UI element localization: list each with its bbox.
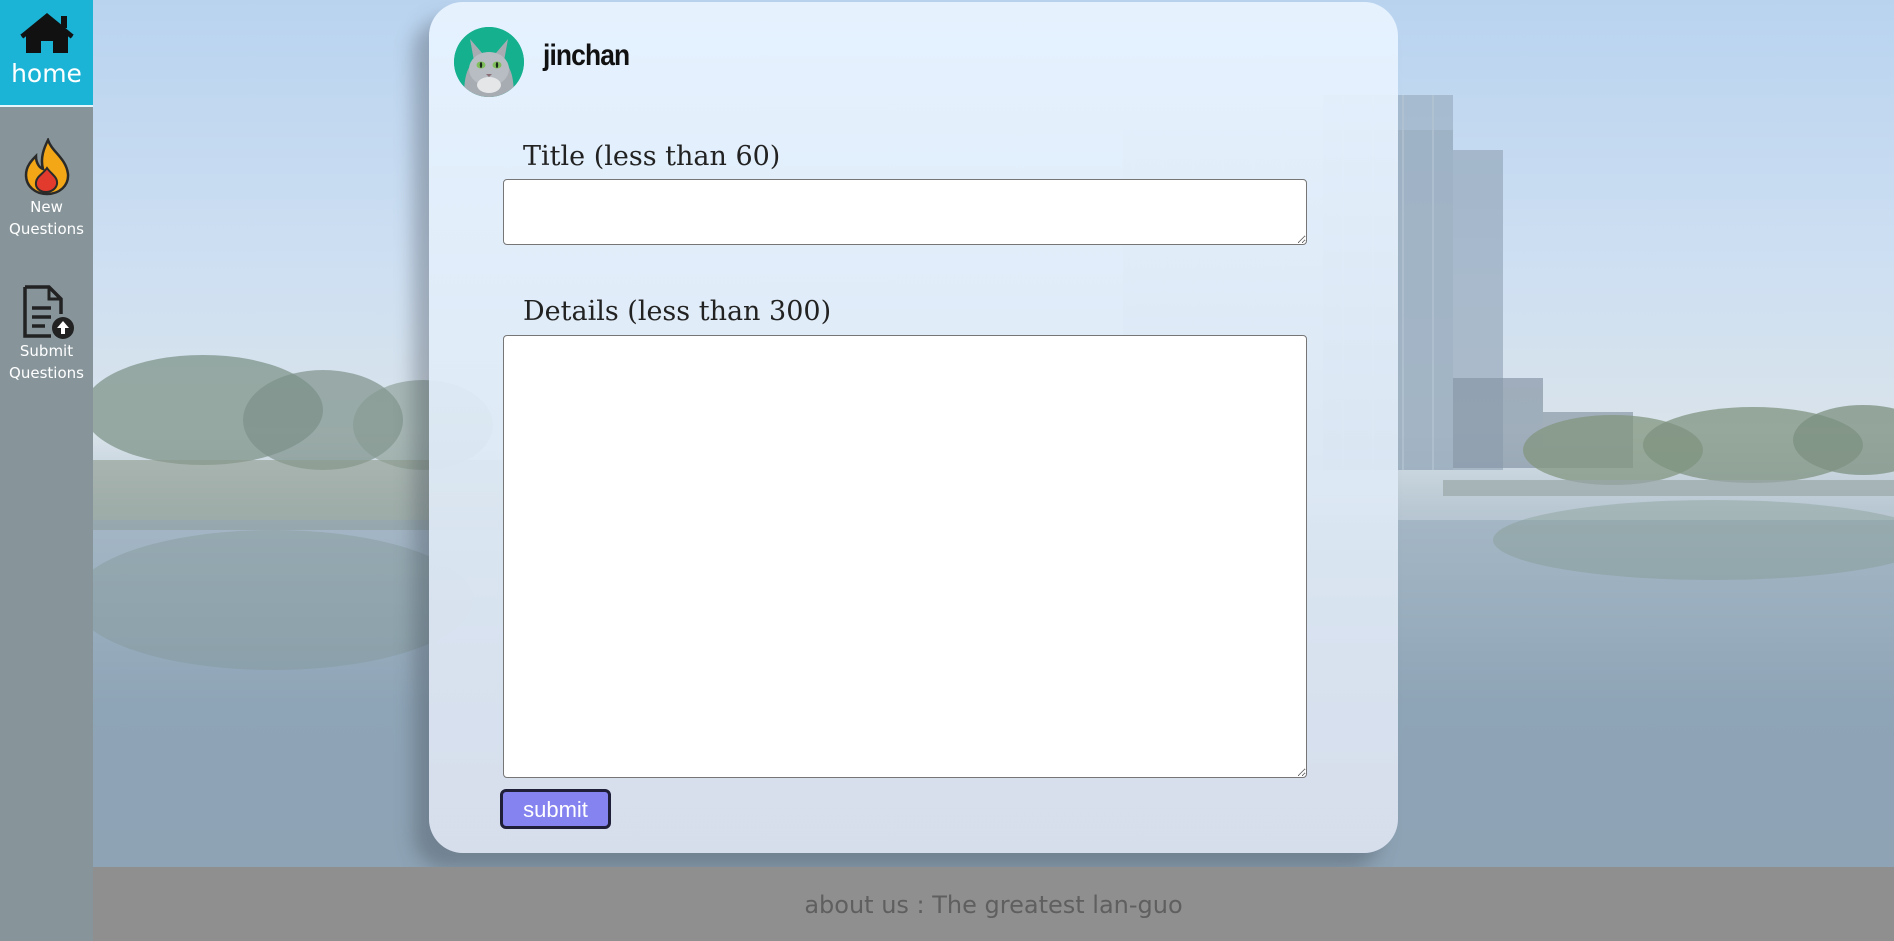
- details-input[interactable]: [503, 335, 1307, 778]
- submit-button[interactable]: submit: [500, 789, 611, 829]
- details-label: Details (less than 300): [523, 296, 832, 327]
- question-form-card: jinchan Title (less than 60) Details (le…: [429, 2, 1398, 853]
- sidebar-item-label: New Questions: [9, 198, 84, 238]
- cat-avatar-icon: [454, 27, 524, 97]
- sidebar-item-label: Submit Questions: [9, 342, 84, 382]
- title-input[interactable]: [503, 179, 1307, 245]
- footer: about us : The greatest lan-guo: [93, 867, 1894, 941]
- fire-icon: [24, 138, 69, 196]
- footer-about-text: about us : The greatest lan-guo: [804, 891, 1183, 919]
- home-label: home: [11, 59, 82, 88]
- username: jinchan: [543, 39, 630, 72]
- house-icon: [20, 13, 74, 53]
- avatar[interactable]: [454, 27, 524, 97]
- home-button[interactable]: home: [0, 0, 93, 107]
- sidebar-item-submit-questions[interactable]: Submit Questions: [0, 284, 93, 394]
- page: home New Questions Submit Questions jinc…: [0, 0, 1894, 941]
- sidebar: home New Questions Submit Questions: [0, 0, 93, 941]
- sidebar-item-new-questions[interactable]: New Questions: [0, 138, 93, 248]
- title-label: Title (less than 60): [523, 141, 781, 172]
- upload-document-icon: [22, 285, 74, 339]
